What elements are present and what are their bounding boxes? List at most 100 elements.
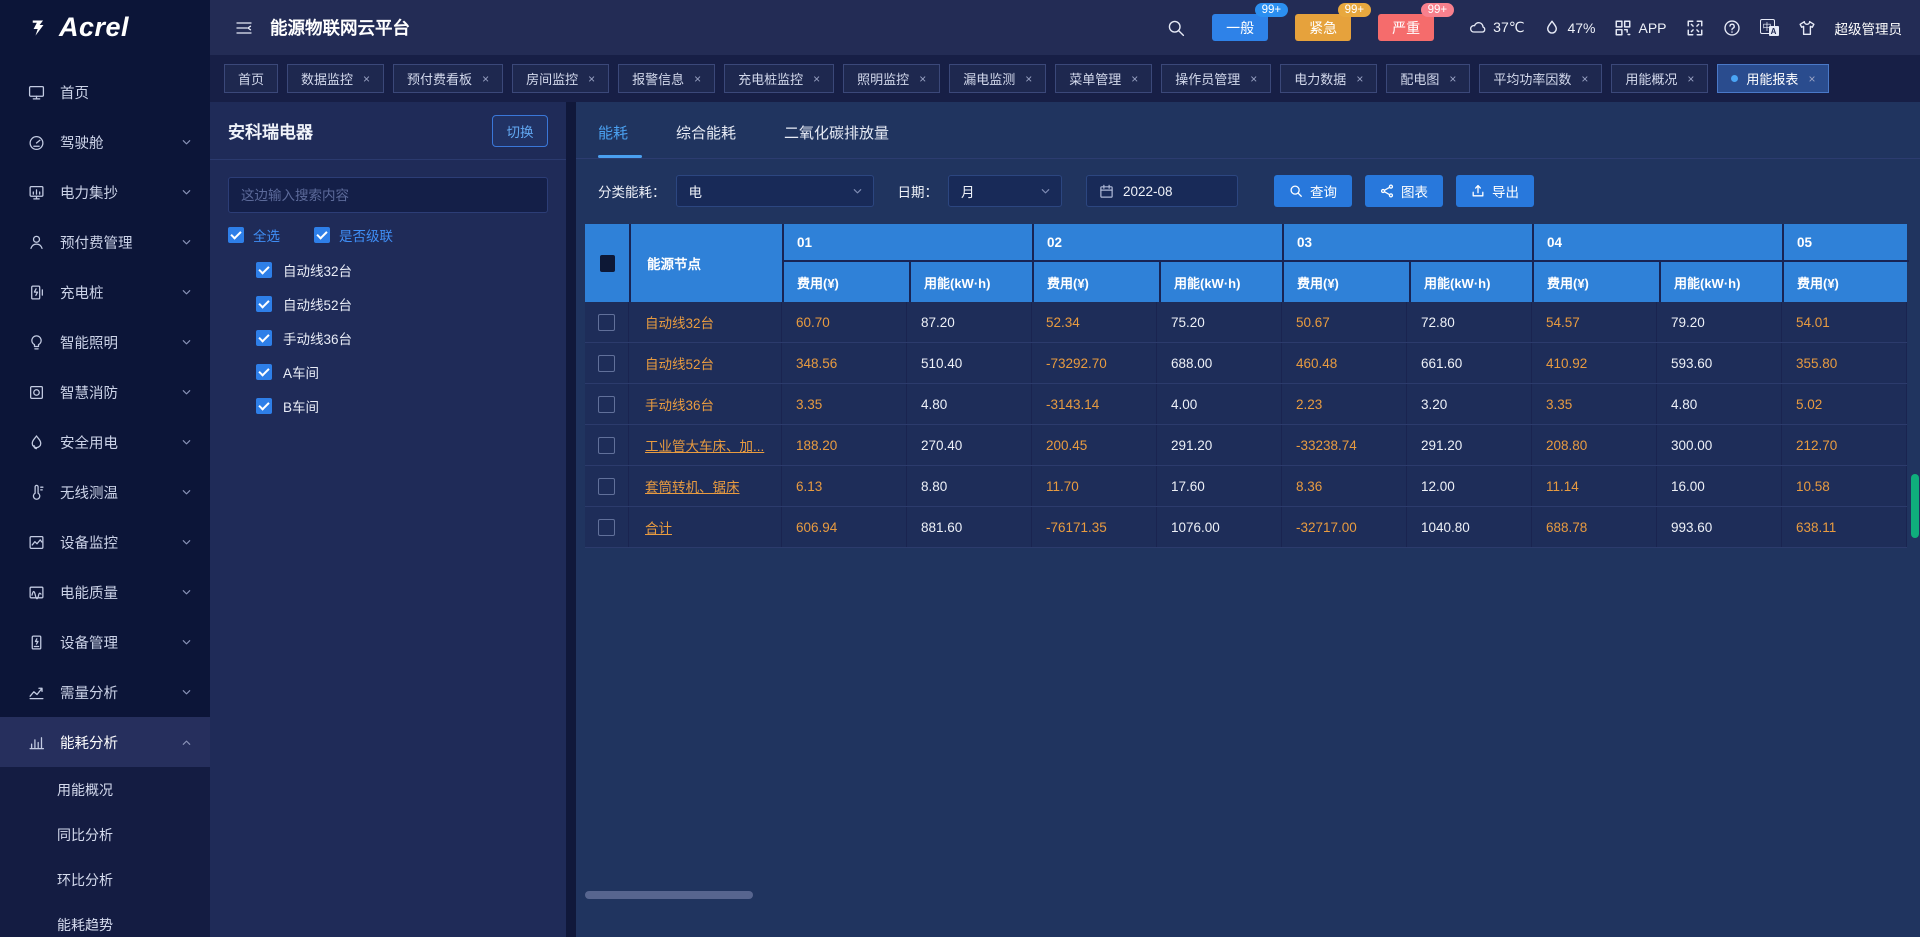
close-tab-icon[interactable]: ×	[482, 72, 489, 86]
collapse-menu-icon[interactable]	[234, 18, 254, 38]
close-tab-icon[interactable]: ×	[1581, 72, 1588, 86]
category-select[interactable]: 电	[676, 175, 874, 207]
tab-0[interactable]: 首页	[224, 64, 278, 93]
row-checkbox[interactable]	[598, 355, 615, 372]
row-checkbox[interactable]	[598, 519, 615, 536]
submenu-item-1[interactable]: 同比分析	[0, 812, 210, 857]
sidebar-item-12[interactable]: 需量分析	[0, 667, 210, 717]
tab-9[interactable]: 操作员管理×	[1161, 64, 1271, 93]
alarm-badge-normal[interactable]: 一般99+	[1212, 14, 1268, 41]
fullscreen-icon[interactable]	[1686, 19, 1704, 37]
tree-node-1[interactable]: 自动线52台	[256, 287, 566, 321]
sidebar-item-8[interactable]: 无线测温	[0, 467, 210, 517]
energy-node-name[interactable]: 工业管大车床、加...	[629, 425, 782, 465]
tree-node-checkbox[interactable]	[256, 262, 272, 278]
sidebar-item-5[interactable]: 智能照明	[0, 317, 210, 367]
tab-7[interactable]: 漏电监测×	[949, 64, 1046, 93]
horizontal-scrollbar-thumb[interactable]	[585, 891, 753, 899]
close-tab-icon[interactable]: ×	[1131, 72, 1138, 86]
tree-node-0[interactable]: 自动线32台	[256, 253, 566, 287]
tree-node-3[interactable]: A车间	[256, 355, 566, 389]
date-picker[interactable]: 2022-08	[1086, 175, 1238, 207]
tree-node-checkbox[interactable]	[256, 330, 272, 346]
theme-icon[interactable]	[1798, 19, 1816, 37]
close-tab-icon[interactable]: ×	[1025, 72, 1032, 86]
sidebar-item-1[interactable]: 驾驶舱	[0, 117, 210, 167]
sidebar-item-2[interactable]: 电力集抄	[0, 167, 210, 217]
current-user[interactable]: 超级管理员	[1835, 18, 1903, 38]
tab-14[interactable]: 用能报表×	[1717, 64, 1829, 93]
tree-node-4[interactable]: B车间	[256, 389, 566, 423]
sidebar-item-4[interactable]: 充电桩	[0, 267, 210, 317]
tab-comprehensive-energy[interactable]: 综合能耗	[676, 122, 736, 158]
energy-node-name[interactable]: 套筒转机、锯床	[629, 466, 782, 506]
close-tab-icon[interactable]: ×	[1808, 72, 1815, 86]
tab-1[interactable]: 数据监控×	[287, 64, 384, 93]
sidebar-item-6[interactable]: 智慧消防	[0, 367, 210, 417]
cascade-checkbox[interactable]	[314, 227, 330, 243]
switch-button[interactable]: 切换	[492, 115, 548, 147]
row-checkbox[interactable]	[598, 314, 615, 331]
submenu-item-0[interactable]: 用能概况	[0, 767, 210, 812]
tab-12[interactable]: 平均功率因数×	[1479, 64, 1602, 93]
tab-3[interactable]: 房间监控 ×	[512, 64, 609, 93]
sidebar-item-9[interactable]: 设备监控	[0, 517, 210, 567]
submenu-item-2[interactable]: 环比分析	[0, 857, 210, 902]
tab-6[interactable]: 照明监控×	[843, 64, 940, 93]
tab-2[interactable]: 预付费看板×	[393, 64, 503, 93]
table-cell: 12.00	[1407, 466, 1532, 506]
tree-node-checkbox[interactable]	[256, 296, 272, 312]
alarm-badge-urgent[interactable]: 紧急99+	[1295, 14, 1351, 41]
sidebar-item-7[interactable]: 安全用电	[0, 417, 210, 467]
close-tab-icon[interactable]: ×	[813, 72, 820, 86]
language-icon[interactable]: 中A	[1760, 19, 1779, 36]
tab-4[interactable]: 报警信息×	[618, 64, 715, 93]
tab-10[interactable]: 电力数据×	[1280, 64, 1377, 93]
tab-label: 房间监控	[526, 69, 578, 88]
close-tab-icon[interactable]: ×	[588, 72, 595, 86]
submenu-item-3[interactable]: 能耗趋势	[0, 902, 210, 937]
tree-node-checkbox[interactable]	[256, 364, 272, 380]
export-button[interactable]: 导出	[1456, 175, 1534, 207]
sidebar-item-13[interactable]: 能耗分析	[0, 717, 210, 767]
select-all-checkbox[interactable]	[228, 227, 244, 243]
tab-13[interactable]: 用能概况×	[1611, 64, 1708, 93]
help-icon[interactable]	[1723, 19, 1741, 37]
tree-node-2[interactable]: 手动线36台	[256, 321, 566, 355]
app-download[interactable]: APP	[1614, 19, 1666, 37]
sidebar-item-11[interactable]: 设备管理	[0, 617, 210, 667]
sidebar-item-3[interactable]: 预付费管理	[0, 217, 210, 267]
granularity-select[interactable]: 月	[948, 175, 1062, 207]
cascade-option[interactable]: 是否级联	[314, 225, 393, 245]
close-tab-icon[interactable]: ×	[1356, 72, 1363, 86]
energy-node-name[interactable]: 合计	[629, 507, 782, 547]
day-group-label: 02	[1034, 224, 1282, 262]
close-tab-icon[interactable]: ×	[1250, 72, 1257, 86]
search-icon[interactable]	[1167, 19, 1185, 37]
sidebar-item-0[interactable]: 首页	[0, 67, 210, 117]
close-tab-icon[interactable]: ×	[694, 72, 701, 86]
row-checkbox[interactable]	[598, 396, 615, 413]
close-tab-icon[interactable]: ×	[1449, 72, 1456, 86]
close-tab-icon[interactable]: ×	[1687, 72, 1694, 86]
sidebar-item-label: 能耗分析	[60, 732, 118, 753]
select-all-option[interactable]: 全选	[228, 225, 280, 245]
row-checkbox[interactable]	[598, 437, 615, 454]
vertical-scrollbar-thumb[interactable]	[1911, 474, 1919, 538]
tab-energy-consumption[interactable]: 能耗	[598, 122, 628, 158]
tab-8[interactable]: 菜单管理×	[1055, 64, 1152, 93]
chart-button[interactable]: 图表	[1365, 175, 1443, 207]
header-checkbox[interactable]	[600, 255, 615, 272]
row-checkbox[interactable]	[598, 478, 615, 495]
alarm-badge-severe[interactable]: 严重99+	[1378, 14, 1434, 41]
device-search-input[interactable]	[229, 188, 547, 203]
tab-11[interactable]: 配电图×	[1386, 64, 1470, 93]
close-tab-icon[interactable]: ×	[363, 72, 370, 86]
sidebar-item-10[interactable]: 电能质量	[0, 567, 210, 617]
tree-node-checkbox[interactable]	[256, 398, 272, 414]
query-button[interactable]: 查询	[1274, 175, 1352, 207]
close-tab-icon[interactable]: ×	[919, 72, 926, 86]
tab-co2-emission[interactable]: 二氧化碳排放量	[784, 122, 889, 158]
device-panel-title: 安科瑞电器	[228, 118, 313, 143]
tab-5[interactable]: 充电桩监控×	[724, 64, 834, 93]
